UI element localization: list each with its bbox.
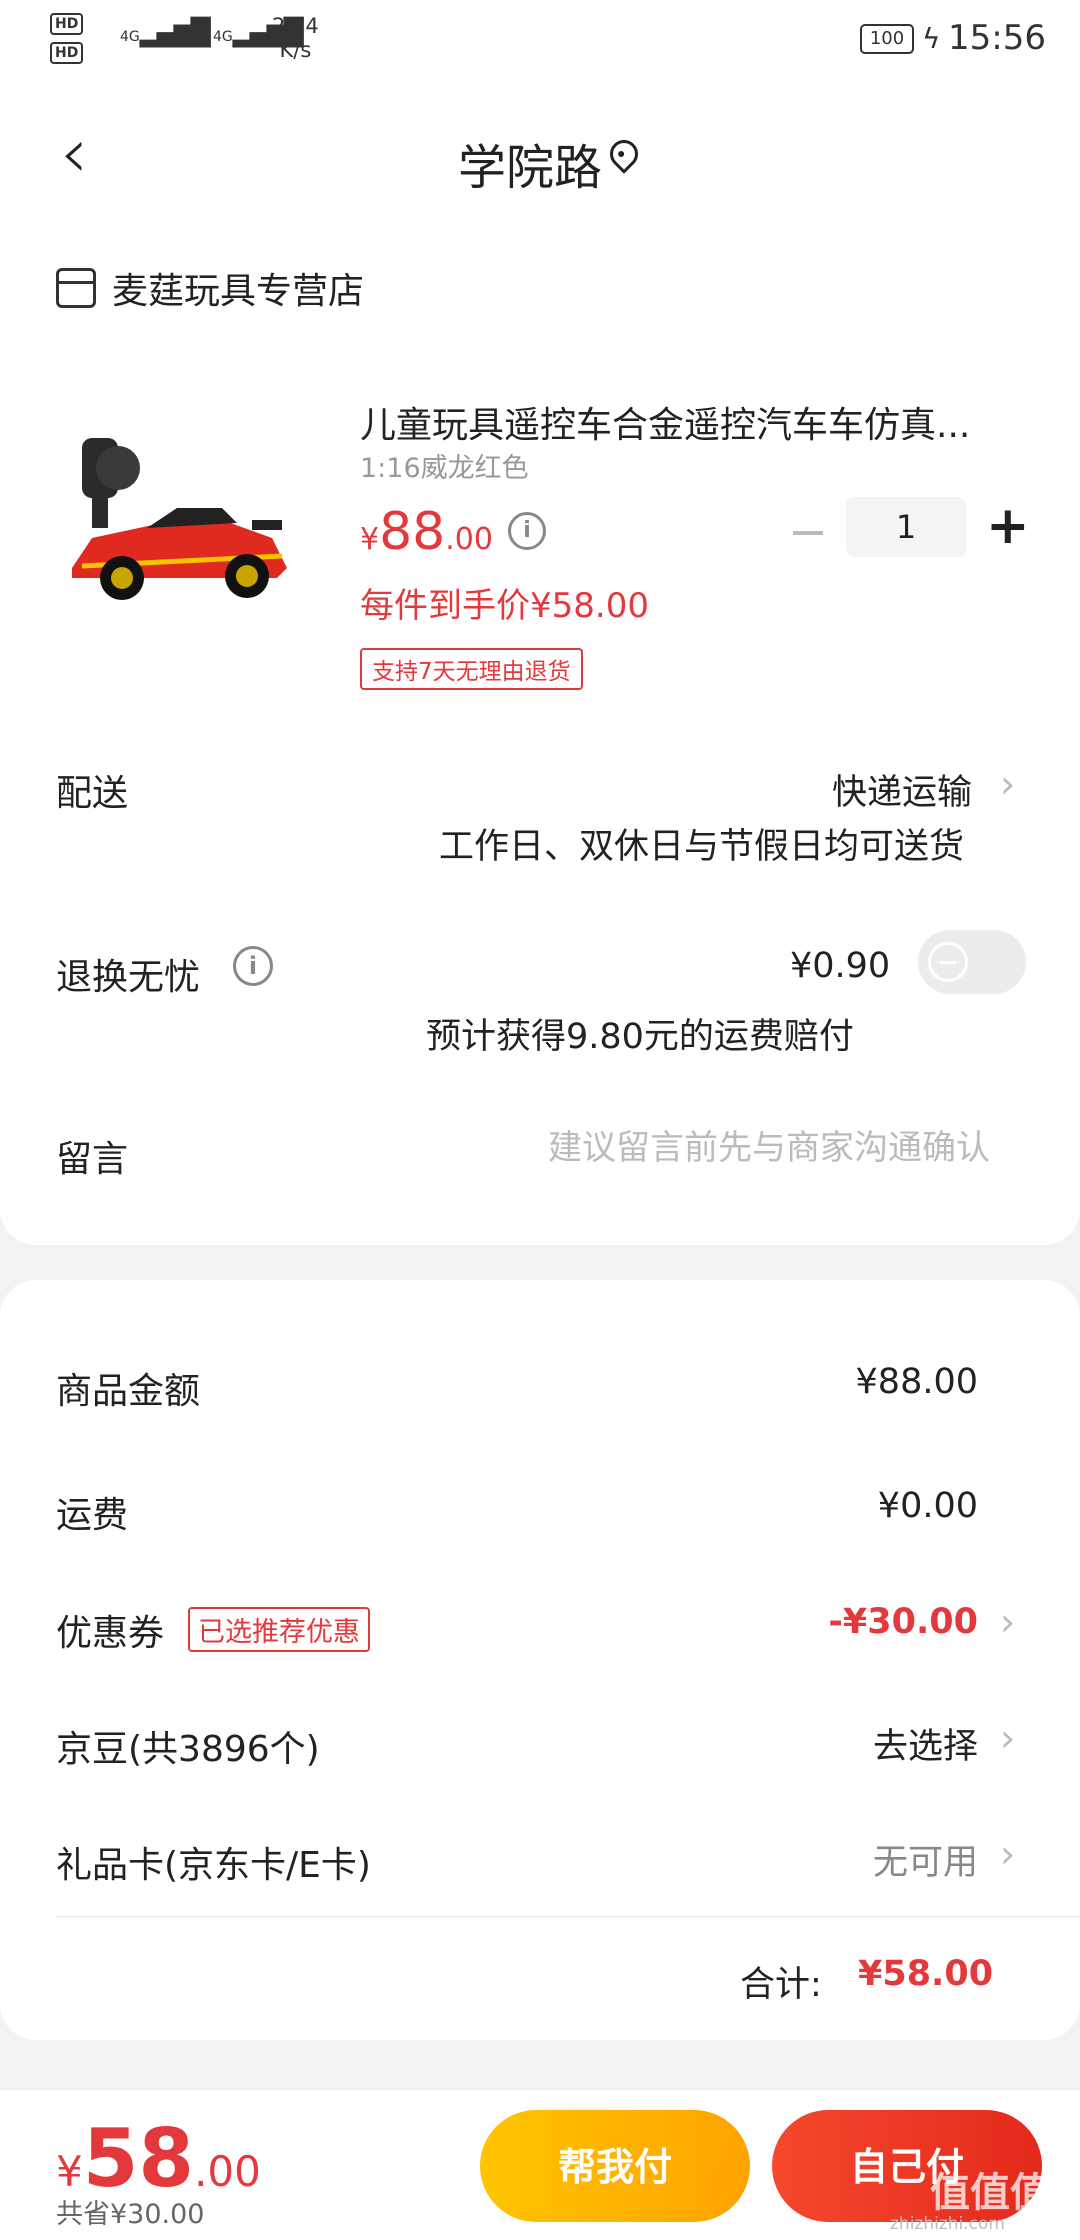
- chevron-right-icon[interactable]: ›: [1000, 1600, 1015, 1644]
- page-title[interactable]: 学院路: [0, 128, 1080, 198]
- delivery-method[interactable]: 快递运输: [832, 764, 972, 815]
- saved-amount: 共省¥30.00: [56, 2199, 205, 2230]
- increase-quantity-button[interactable]: +: [986, 496, 1030, 556]
- coupon-label: 优惠券: [56, 1613, 165, 1654]
- rear-rim: [236, 565, 258, 587]
- car-spoiler: [252, 520, 282, 530]
- chevron-right-icon[interactable]: ›: [1000, 1716, 1015, 1760]
- decrease-quantity-button[interactable]: −: [788, 504, 828, 560]
- gift-card-value[interactable]: 无可用: [873, 1834, 978, 1885]
- price-integer: 88: [379, 502, 446, 562]
- price-info-icon[interactable]: i: [508, 512, 546, 550]
- address-title: 学院路: [457, 140, 602, 196]
- shipping-label: 运费: [56, 1495, 129, 1536]
- toggle-knob: [928, 942, 968, 982]
- charging-icon: ϟ: [922, 22, 941, 55]
- quantity-stepper[interactable]: 1: [846, 497, 966, 557]
- watermark-logo: 值值值: [930, 2170, 1050, 2216]
- product-title[interactable]: 儿童玩具遥控车合金遥控汽车车仿真...: [360, 396, 1020, 448]
- delivery-schedule: 工作日、双休日与节假日均可送货: [438, 827, 964, 867]
- net-speed-unit: K/s: [279, 38, 312, 62]
- worry-free-price: ¥0.90: [790, 946, 891, 986]
- shop-name[interactable]: 麦莛玩具专营店: [112, 262, 364, 314]
- jd-beans-label: 京豆(共3896个): [56, 1729, 320, 1770]
- signal-label: 4G: [120, 29, 140, 45]
- divider: [56, 1916, 1080, 1917]
- net-speed-value: 24.4: [272, 14, 319, 38]
- signal-label-2: 4G: [213, 29, 233, 45]
- message-input[interactable]: [430, 1128, 990, 1168]
- delivery-label: 配送: [56, 773, 129, 814]
- coupon-badge: 已选推荐优惠: [188, 1607, 370, 1652]
- shipping-value: ¥0.00: [877, 1486, 978, 1526]
- product-image[interactable]: [52, 428, 308, 618]
- hd-badge-1: HD: [50, 13, 84, 35]
- sim-indicators: HD HD: [50, 12, 84, 70]
- jd-beans-value[interactable]: 去选择: [873, 1718, 978, 1769]
- goods-amount-value: ¥88.00: [855, 1362, 978, 1402]
- product-price: ¥88.00: [360, 502, 493, 562]
- worry-free-compensation: 预计获得9.80元的运费赔付: [426, 1017, 854, 1057]
- front-rim: [111, 567, 133, 589]
- clock: 15:56: [948, 18, 1046, 58]
- price-decimal: .00: [445, 522, 493, 557]
- gift-card-label: 礼品卡(京东卡/E卡): [56, 1845, 371, 1886]
- watermark-site: zhizhizhi.com: [890, 2214, 1005, 2234]
- return-policy-badge: 支持7天无理由退货: [360, 648, 583, 690]
- chevron-right-icon[interactable]: ›: [1000, 762, 1015, 806]
- pay-decimal: .00: [194, 2147, 261, 2196]
- coupon-value[interactable]: -¥30.00: [828, 1602, 978, 1642]
- chevron-right-icon[interactable]: ›: [1000, 1832, 1015, 1876]
- shop-icon: [56, 268, 96, 308]
- message-label: 留言: [56, 1139, 129, 1180]
- deal-price: 每件到手价¥58.00: [360, 586, 649, 626]
- product-spec: 1:16威龙红色: [360, 453, 529, 484]
- price-currency: ¥: [360, 522, 380, 557]
- total-value: ¥58.00: [858, 1954, 994, 1994]
- remote-grip: [92, 488, 108, 528]
- battery-icon: 100: [860, 24, 914, 54]
- worry-free-label: 退换无忧: [56, 957, 201, 998]
- remote-wheel: [96, 446, 140, 490]
- worry-free-toggle[interactable]: [918, 930, 1026, 994]
- hd-badge-2: HD: [50, 42, 84, 64]
- help-pay-button[interactable]: 帮我付: [480, 2110, 750, 2222]
- total-label: 合计:: [740, 1965, 822, 2005]
- goods-amount-label: 商品金额: [56, 1371, 201, 1412]
- net-speed: 24.4 K/s: [272, 14, 319, 62]
- pay-currency: ¥: [56, 2147, 83, 2196]
- worry-free-info-icon[interactable]: i: [233, 946, 273, 986]
